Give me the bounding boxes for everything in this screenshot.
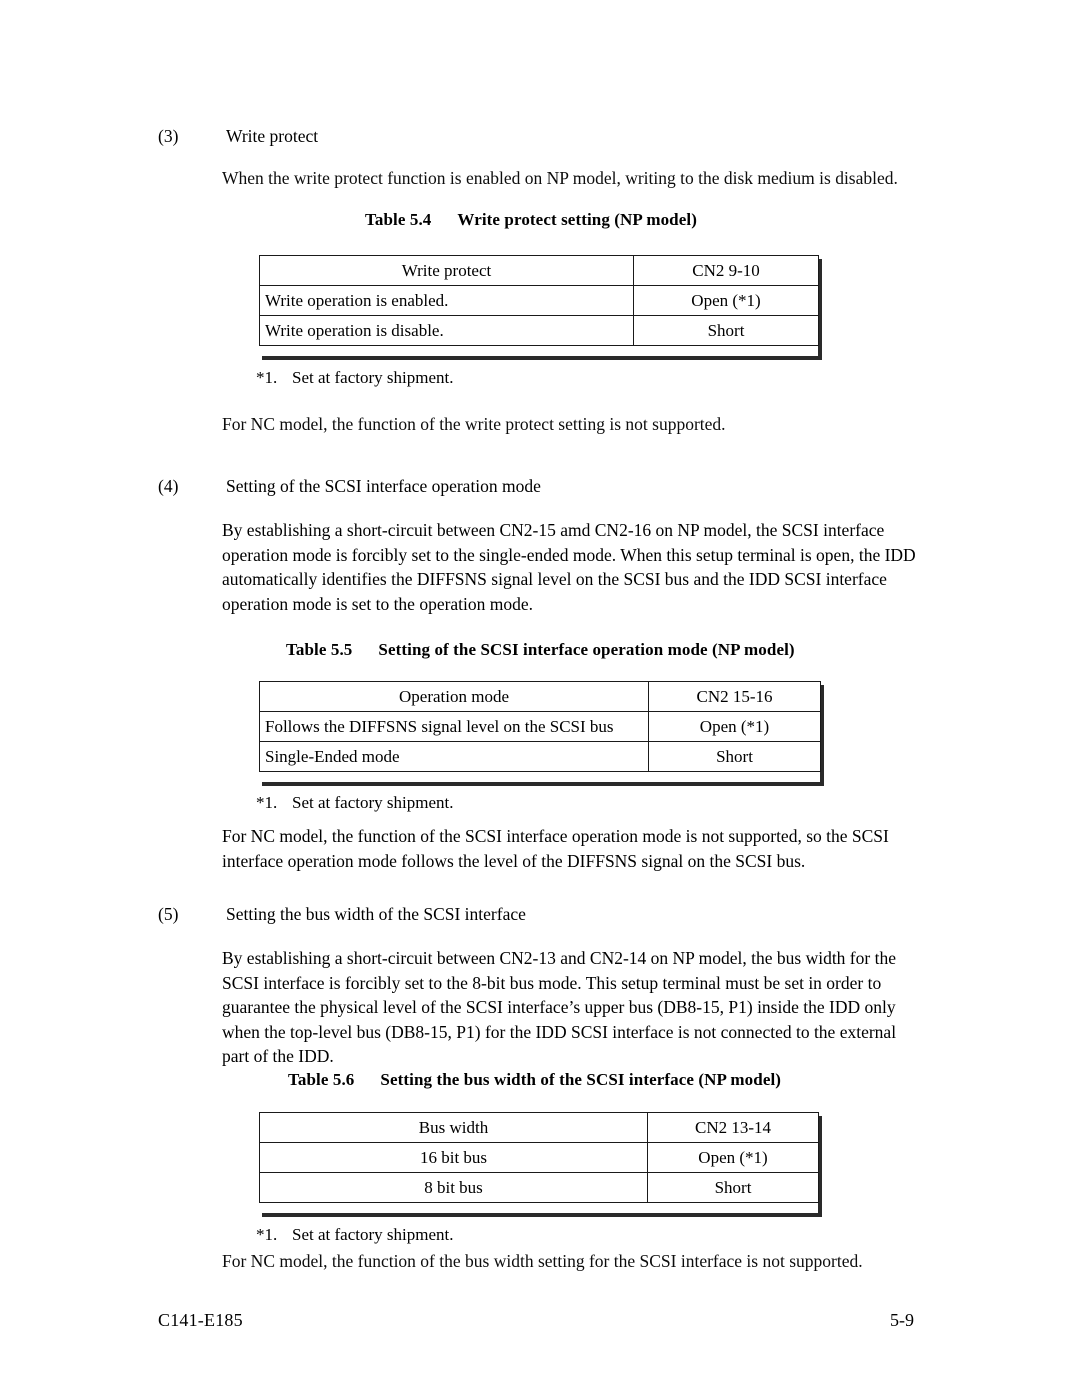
section-5-body-line-3: guarantee the physical level of the SCSI…: [222, 997, 896, 1018]
section-4-closing: For NC model, the function of the SCSI i…: [222, 824, 962, 873]
section-4-closing-line-2: interface operation mode follows the lev…: [222, 850, 806, 871]
table-row: Write operation is disable. Short: [259, 315, 819, 346]
table-5-6-caption: Table 5.6 Setting the bus width of the SC…: [288, 1070, 781, 1090]
table-row: 8 bit bus Short: [259, 1172, 819, 1203]
table-5-5-header-col-1: Operation mode: [259, 681, 649, 712]
table-row: Operation mode CN2 15-16: [259, 681, 821, 712]
table-5-6-r1-c2: Open (*1): [647, 1142, 819, 1173]
table-5-5-shadow-bottom: [262, 782, 824, 786]
table-5-5-header-col-2: CN2 15-16: [648, 681, 821, 712]
section-4-title: Setting of the SCSI interface operation …: [226, 476, 541, 496]
table-5-5-footnote: *1. Set at factory shipment.: [256, 792, 453, 814]
section-4-closing-line-1: For NC model, the function of the SCSI i…: [222, 826, 889, 846]
table-5-6-caption-title: Setting the bus width of the SCSI interf…: [380, 1070, 782, 1089]
table-5-6-header-col-1: Bus width: [259, 1112, 648, 1143]
table-5-6-r2-c2: Short: [647, 1172, 819, 1203]
section-3-number: (3): [158, 126, 179, 146]
table-5-5-caption-number: Table 5.5: [286, 640, 353, 659]
table-row: Single-Ended mode Short: [259, 741, 821, 772]
section-3-intro: When the write protect function is enabl…: [222, 168, 898, 188]
section-3-title: Write protect: [226, 126, 319, 146]
table-5-6-footnote-text: Set at factory shipment.: [292, 1225, 454, 1244]
table-5-5-r2-c1: Single-Ended mode: [259, 741, 649, 772]
table-5-5-caption-title: Setting of the SCSI interface operation …: [378, 640, 795, 659]
table-5-6-footnote: *1. Set at factory shipment.: [256, 1224, 453, 1246]
section-5-number: (5): [158, 904, 179, 924]
table-5-4-caption-title: Write protect setting (NP model): [457, 210, 697, 229]
table-5-4-caption-number: Table 5.4: [365, 210, 432, 229]
footer-page-number: 5-9: [890, 1310, 914, 1330]
section-3-closing: For NC model, the function of the write …: [222, 414, 726, 434]
table-5-4-footnote-mark: *1.: [256, 368, 278, 387]
footer-document-code: C141-E185: [158, 1310, 243, 1330]
table-row: Bus width CN2 13-14: [259, 1112, 819, 1143]
table-5-5-footnote-text: Set at factory shipment.: [292, 793, 454, 812]
table-row: 16 bit bus Open (*1): [259, 1142, 819, 1173]
table-5-6-r2-c1: 8 bit bus: [259, 1172, 648, 1203]
table-5-4-header-col-2: CN2 9-10: [633, 255, 819, 286]
table-5-6-shadow-bottom: [262, 1213, 822, 1217]
section-5-body-line-1: By establishing a short-circuit between …: [222, 948, 896, 968]
table-5-4-footnote-text: Set at factory shipment.: [292, 368, 454, 387]
section-5-title: Setting the bus width of the SCSI interf…: [226, 904, 526, 924]
table-5-5-r2-c2: Short: [648, 741, 821, 772]
table-row: Follows the DIFFSNS signal level on the …: [259, 711, 821, 742]
table-5-5-r1-c1: Follows the DIFFSNS signal level on the …: [259, 711, 649, 742]
table-5-4-r1-c1: Write operation is enabled.: [259, 285, 634, 316]
table-5-5-caption: Table 5.5 Setting of the SCSI interface o…: [286, 640, 795, 660]
table-5-5-r1-c2: Open (*1): [648, 711, 821, 742]
table-5-6-caption-number: Table 5.6: [288, 1070, 355, 1089]
table-row: Write protect CN2 9-10: [259, 255, 819, 286]
section-5-closing: For NC model, the function of the bus wi…: [222, 1251, 863, 1271]
table-row: Write operation is enabled. Open (*1): [259, 285, 819, 316]
section-4-body: By establishing a short-circuit between …: [222, 518, 962, 616]
section-5-body: By establishing a short-circuit between …: [222, 946, 962, 1069]
section-4-body-line-4: operation mode is set to the operation m…: [222, 593, 534, 614]
table-5-5: Operation mode CN2 15-16 Follows the DIF…: [259, 681, 821, 772]
section-4-body-line-2: operation mode is forcibly set to the si…: [222, 544, 916, 565]
table-5-6-r1-c1: 16 bit bus: [259, 1142, 648, 1173]
table-5-4: Write protect CN2 9-10 Write operation i…: [259, 255, 819, 346]
table-5-6-footnote-mark: *1.: [256, 1225, 278, 1244]
table-5-4-shadow-bottom: [262, 356, 822, 360]
document-page: (3) Write protect When the write protect…: [0, 0, 1080, 1397]
section-5-body-line-4: when the top-level bus (DB8-15, P1) for …: [222, 1021, 897, 1042]
table-5-4-header-col-1: Write protect: [259, 255, 634, 286]
table-5-5-footnote-mark: *1.: [256, 793, 278, 812]
table-5-4-footnote: *1. Set at factory shipment.: [256, 367, 453, 389]
section-5-body-line-5: part of the IDD.: [222, 1046, 334, 1067]
section-4-number: (4): [158, 476, 179, 496]
table-5-4-r2-c1: Write operation is disable.: [259, 315, 634, 346]
section-4-body-line-1: By establishing a short-circuit between …: [222, 520, 885, 540]
table-5-6-header-col-2: CN2 13-14: [647, 1112, 819, 1143]
section-5-body-line-2: SCSI interface is forcibly set to the 8-…: [222, 972, 882, 993]
table-5-4-r2-c2: Short: [633, 315, 819, 346]
table-5-4-caption: Table 5.4 Write protect setting (NP model…: [365, 210, 697, 230]
section-4-body-line-3: automatically identifies the DIFFSNS sig…: [222, 569, 887, 590]
table-5-4-r1-c2: Open (*1): [633, 285, 819, 316]
table-5-6: Bus width CN2 13-14 16 bit bus Open (*1)…: [259, 1112, 819, 1203]
